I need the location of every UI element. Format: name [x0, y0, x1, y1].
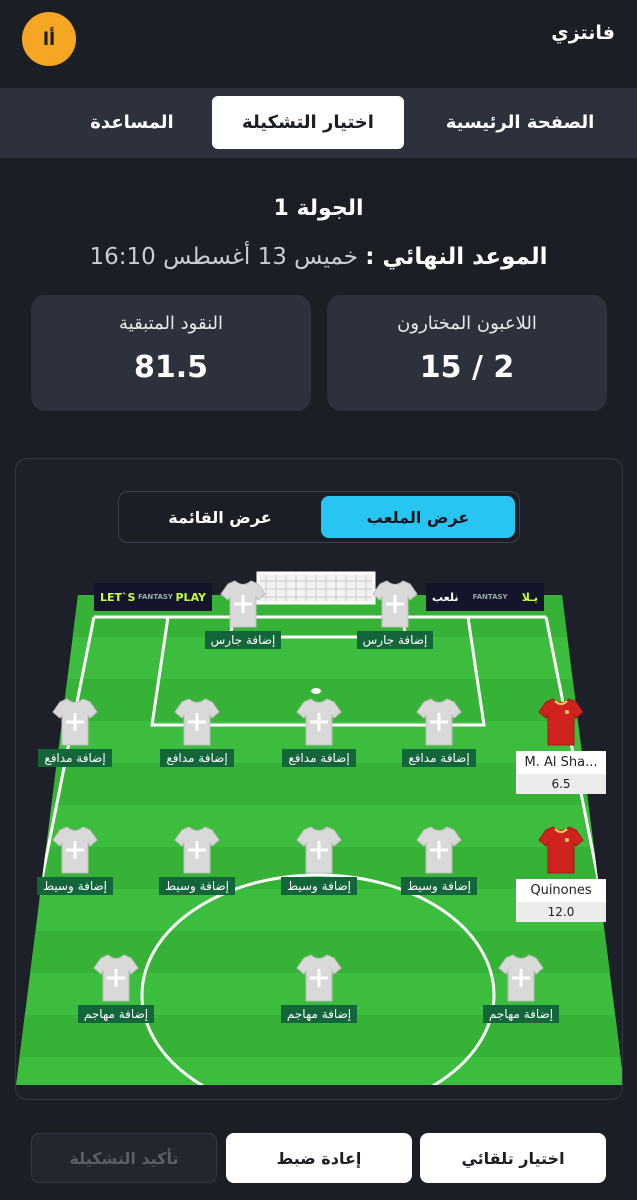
add-player-shirt-icon — [372, 580, 418, 628]
add-midfielder-label: إضافة وسيط — [36, 877, 114, 895]
add-goalkeeper-label: إضافة جارس — [356, 631, 434, 649]
add-player-shirt-icon — [296, 698, 342, 746]
add-player-shirt-icon — [416, 698, 462, 746]
banner-right-text-a: يـلا — [521, 590, 538, 604]
add-forward-label: إضافة مهاجم — [77, 1005, 155, 1023]
selected-midfielder[interactable]: Quinones 12.0 — [506, 825, 616, 922]
add-midfielder-label: إضافة وسيط — [400, 877, 478, 895]
add-forward-label: إضافة مهاجم — [280, 1005, 358, 1023]
view-toggle: عرض الملعب عرض القائمة — [118, 491, 520, 543]
remaining-money-label: النقود المتبقية — [118, 313, 223, 334]
add-player-shirt-icon — [296, 954, 342, 1002]
player-card: Quinones 12.0 — [516, 879, 606, 922]
lineup-panel: عرض الملعب عرض القائمة LET`S FANTASY PLA… — [15, 458, 623, 1100]
player-name: Quinones — [530, 883, 592, 898]
selected-defender[interactable]: M. Al Sha... 6.5 — [506, 697, 616, 794]
tab-help[interactable]: المساعدة — [70, 96, 194, 149]
add-player-shirt-icon — [52, 826, 98, 874]
list-view-button[interactable]: عرض القائمة — [123, 496, 317, 538]
add-goalkeeper-label: إضافة جارس — [204, 631, 282, 649]
confirm-lineup-button[interactable]: تأكيد التشكيلة — [31, 1133, 217, 1183]
goalkeeper-slot-2[interactable]: إضافة جارس — [340, 579, 450, 649]
tab-home[interactable]: الصفحة الرئيسية — [425, 96, 615, 149]
add-player-shirt-icon — [220, 580, 266, 628]
deadline: الموعد النهائي : خميس 13 أغسطس 16:10 — [0, 244, 637, 270]
app-title: فانتزي — [551, 22, 615, 44]
player-card: M. Al Sha... 6.5 — [516, 751, 606, 794]
pitch: LET`S FANTASY PLAY نلعب FANTASY يـلا إضا… — [16, 569, 622, 1099]
banner-left-text-c: FANTASY — [137, 593, 173, 601]
forward-slot-1[interactable]: إضافة مهاجم — [61, 953, 171, 1023]
remaining-money-value: 81.5 — [133, 350, 209, 385]
add-defender-label: إضافة مدافع — [38, 749, 112, 767]
add-midfielder-label: إضافة وسيط — [280, 877, 358, 895]
selected-players-value: 15 / 2 — [419, 350, 515, 385]
add-player-shirt-icon — [498, 954, 544, 1002]
main-tabs: الصفحة الرئيسية اختيار التشكيلة المساعدة — [0, 88, 637, 158]
midfielder-slot-3[interactable]: إضافة وسيط — [264, 825, 374, 895]
player-name: M. Al Sha... — [524, 755, 598, 770]
add-player-shirt-icon — [52, 698, 98, 746]
deadline-value: خميس 13 أغسطس 16:10 — [89, 244, 358, 270]
midfielder-slot-1[interactable]: إضافة وسيط — [20, 825, 130, 895]
defender-slot-4[interactable]: إضافة مدافع — [384, 697, 494, 767]
player-price: 6.5 — [516, 774, 606, 794]
add-defender-label: إضافة مدافع — [282, 749, 356, 767]
add-defender-label: إضافة مدافع — [402, 749, 476, 767]
auto-pick-button[interactable]: اختيار تلقائي — [420, 1133, 606, 1183]
defender-slot-2[interactable]: إضافة مدافع — [142, 697, 252, 767]
team-kit-shirt-icon — [538, 698, 584, 746]
forward-slot-3[interactable]: إضافة مهاجم — [466, 953, 576, 1023]
banner-left-text-a: LET`S — [100, 590, 136, 604]
defender-slot-3[interactable]: إضافة مدافع — [264, 697, 374, 767]
team-kit-shirt-icon — [538, 826, 584, 874]
midfielder-slot-4[interactable]: إضافة وسيط — [384, 825, 494, 895]
round-title: الجولة 1 — [273, 196, 364, 221]
defender-slot-1[interactable]: إضافة مدافع — [20, 697, 130, 767]
add-player-shirt-icon — [174, 698, 220, 746]
add-forward-label: إضافة مهاجم — [482, 1005, 560, 1023]
add-midfielder-label: إضافة وسيط — [158, 877, 236, 895]
pitch-view-button[interactable]: عرض الملعب — [321, 496, 515, 538]
add-player-shirt-icon — [416, 826, 462, 874]
add-player-shirt-icon — [296, 826, 342, 874]
selected-players-card: اللاعبون المختارون 15 / 2 — [327, 295, 607, 411]
tab-pick-team[interactable]: اختيار التشكيلة — [212, 96, 404, 149]
selected-players-label: اللاعبون المختارون — [397, 313, 537, 334]
add-defender-label: إضافة مدافع — [160, 749, 234, 767]
add-player-shirt-icon — [93, 954, 139, 1002]
player-price: 12.0 — [516, 902, 606, 922]
goalkeeper-slot-1[interactable]: إضافة جارس — [188, 579, 298, 649]
add-player-shirt-icon — [174, 826, 220, 874]
banner-right-text-c: FANTASY — [472, 593, 508, 601]
app-header: أا فانتزي — [0, 0, 637, 88]
midfielder-slot-2[interactable]: إضافة وسيط — [142, 825, 252, 895]
deadline-label: الموعد النهائي : — [365, 244, 548, 270]
forward-slot-2[interactable]: إضافة مهاجم — [264, 953, 374, 1023]
reset-button[interactable]: إعادة ضبط — [226, 1133, 412, 1183]
language-button[interactable]: أا — [22, 12, 76, 66]
remaining-money-card: النقود المتبقية 81.5 — [31, 295, 311, 411]
